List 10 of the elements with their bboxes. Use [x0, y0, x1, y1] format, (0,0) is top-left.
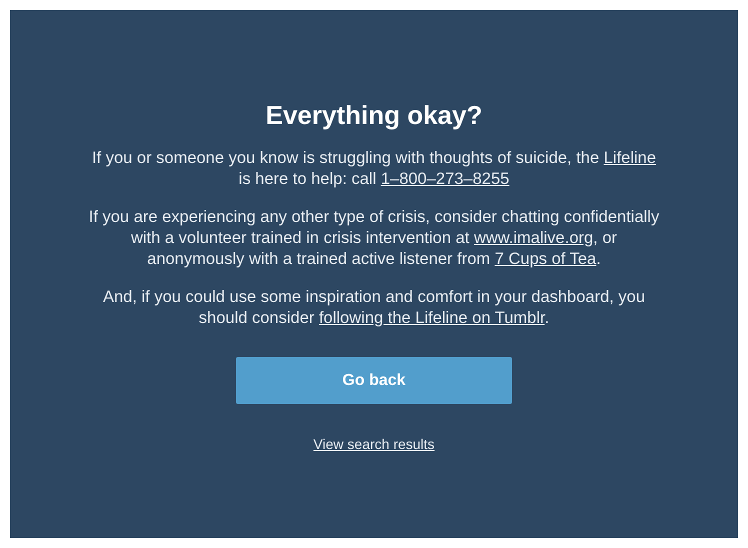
search-results-link[interactable]: View search results [313, 436, 435, 452]
paragraph: If you are experiencing any other type of crisis, consider chatting confidentially with a volunteer trained in crisis intervention at www.imalive.org, or anonymously with a trained active listener from 7 Cups of Tea. [88, 207, 660, 270]
text-link[interactable]: www.imalive.org [474, 229, 594, 247]
paragraph: If you or someone you know is struggling with thoughts of suicide, the Lifeline is here to help: call 1–800–273–8255 [92, 148, 656, 190]
paragraph: And, if you could use some inspiration and comfort in your dashboard, you should consider following the Lifeline on Tumblr. [102, 287, 646, 329]
text-link[interactable]: following the Lifeline on Tumblr [318, 309, 545, 327]
text-link[interactable]: 1–800–273–8255 [380, 170, 510, 188]
text-link[interactable]: Lifeline [604, 149, 656, 167]
heading: Everything okay? [266, 100, 482, 131]
text-link[interactable]: 7 Cups of Tea [494, 250, 596, 268]
